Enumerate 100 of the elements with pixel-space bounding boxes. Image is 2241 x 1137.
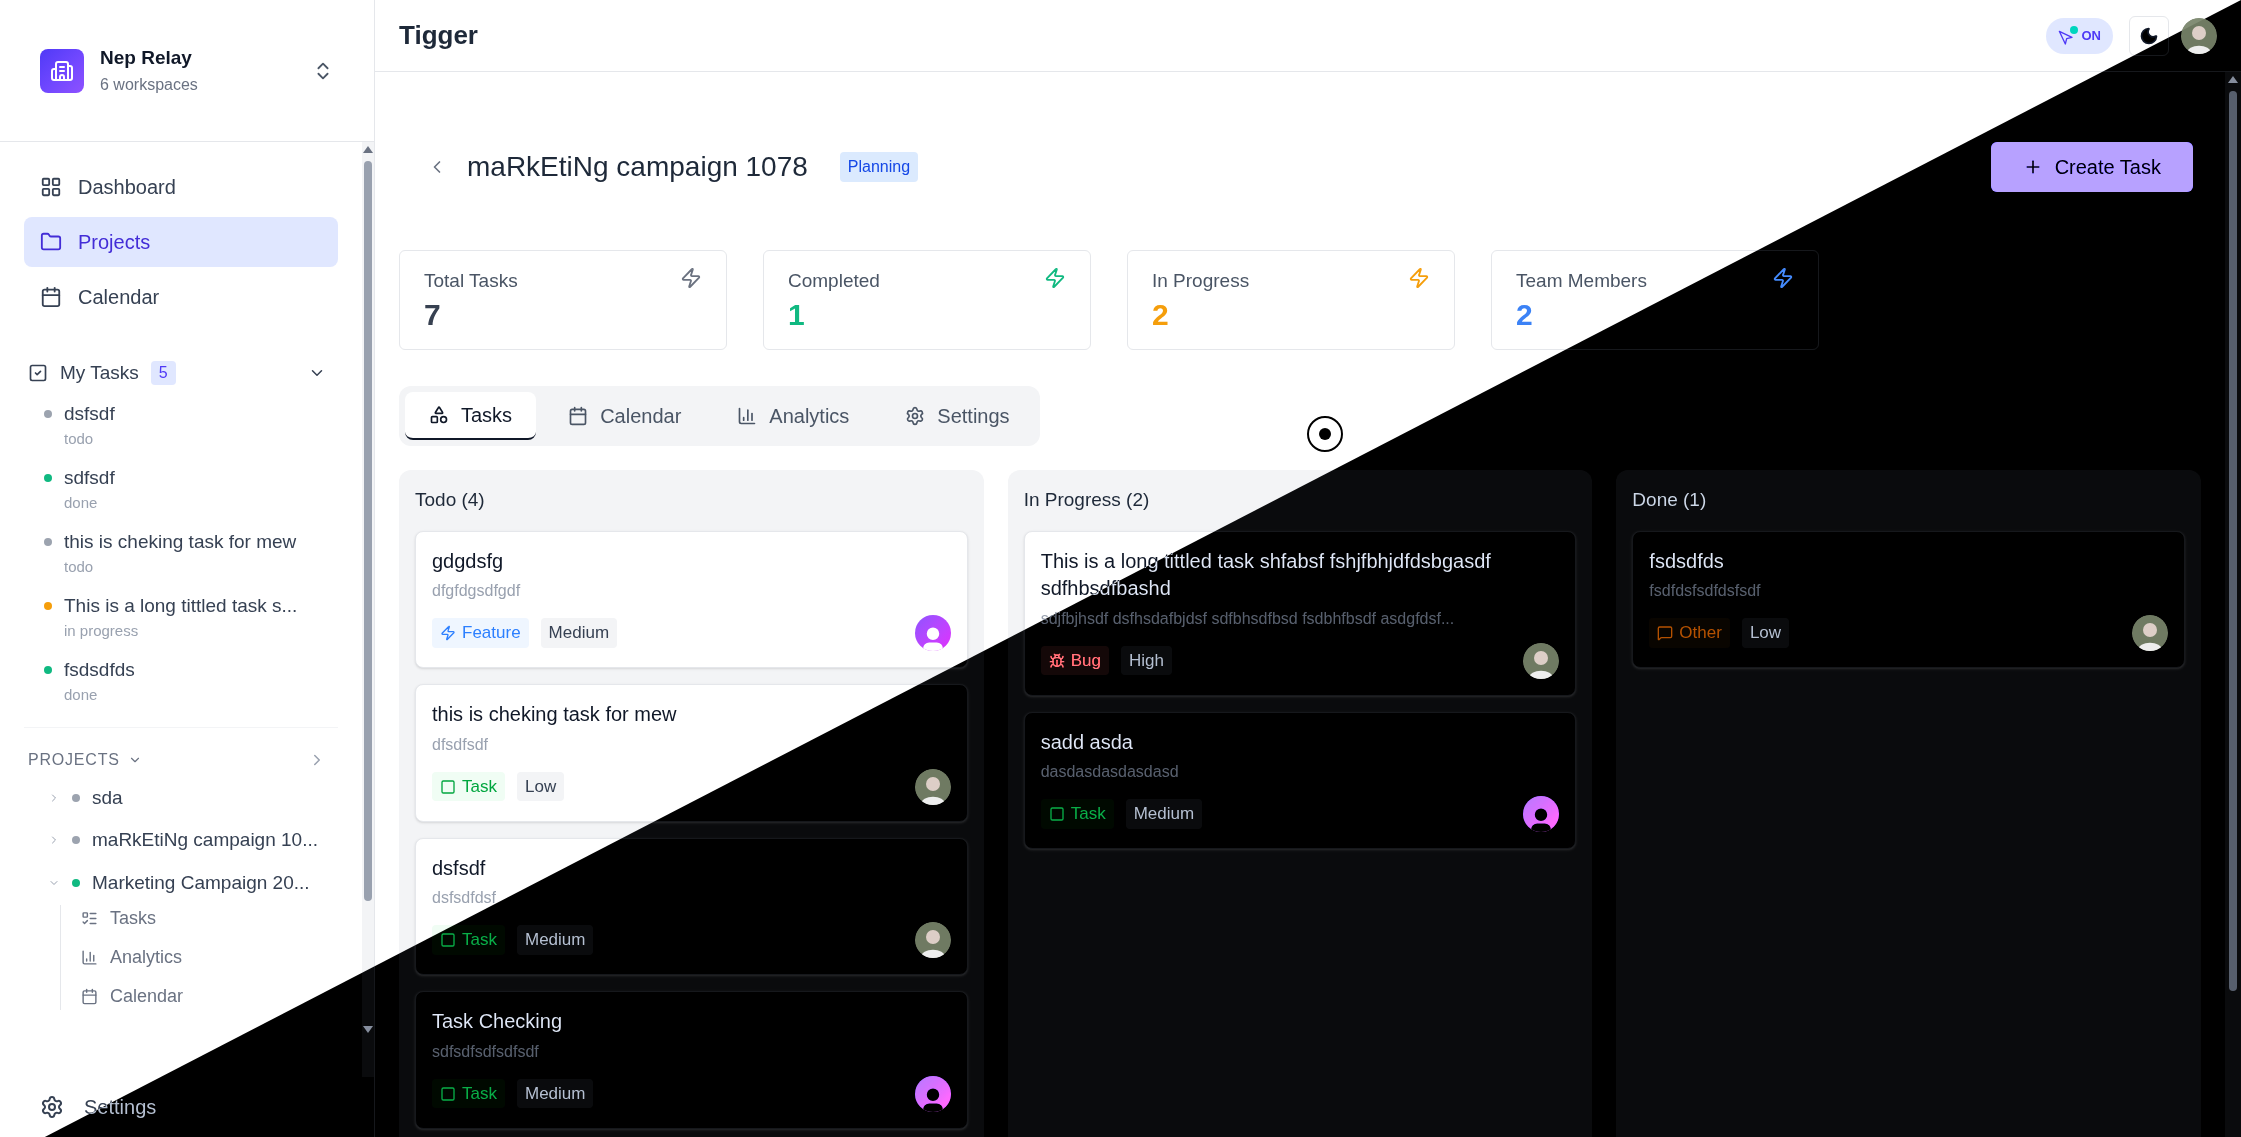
gear-icon xyxy=(905,406,926,426)
scrollbar[interactable] xyxy=(362,142,374,1077)
tab[interactable]: Calendar xyxy=(544,392,706,440)
checkbox-icon xyxy=(28,363,48,384)
task-card[interactable]: fsdsdfds fsdfdsfsdfdsfsdf Other Low xyxy=(1632,530,2185,668)
stat-value: 7 xyxy=(424,296,442,333)
column-title: Done (1) xyxy=(1632,488,1708,512)
column-title: Todo (4) xyxy=(415,488,486,512)
priority-tag: Medium xyxy=(516,1078,594,1109)
card-description: sdfsdfsdfsdfsdf xyxy=(432,1041,540,1062)
task-link[interactable]: this is cheking task for mew xyxy=(64,527,297,556)
task-status: todo xyxy=(63,557,95,577)
task-link[interactable]: fsdsdfds xyxy=(64,655,135,684)
moon-icon xyxy=(2139,25,2159,46)
gear-icon xyxy=(40,1095,64,1119)
type-tag: Task xyxy=(432,925,505,955)
type-tag: Other xyxy=(1649,618,1730,648)
speech-bubble-icon xyxy=(1657,625,1674,641)
tab[interactable]: Analytics xyxy=(713,392,874,440)
shapes-icon xyxy=(429,405,449,425)
card-title: Task Checking xyxy=(432,1009,564,1034)
create-task-button[interactable]: Create Task xyxy=(1990,142,2193,192)
task-status: in progress xyxy=(63,621,140,641)
workspace-logo-icon xyxy=(40,48,84,93)
calendar-icon xyxy=(568,406,589,426)
type-tag: Task xyxy=(1040,799,1114,829)
type-tag: Feature xyxy=(432,618,529,648)
calendar-icon xyxy=(81,988,98,1005)
task-status: todo xyxy=(63,429,95,449)
type-tag: Bug xyxy=(1040,645,1109,676)
card-title: gdgdsfg xyxy=(432,548,505,574)
user-avatar-icon xyxy=(914,615,951,651)
nav-item[interactable]: Dashboard xyxy=(24,162,338,212)
pointer-icon xyxy=(2057,25,2078,46)
lightning-icon xyxy=(1408,267,1430,289)
task-link[interactable]: dsfsdf xyxy=(64,399,115,428)
project-link[interactable]: maRkEtiNg campaign 10... xyxy=(92,826,318,855)
priority-tag: Medium xyxy=(1125,799,1203,829)
bar-chart-icon xyxy=(737,406,758,426)
project-subitem[interactable]: Calendar xyxy=(81,983,338,1010)
priority-tag: High xyxy=(1120,645,1172,676)
workspace-count: 6 workspaces xyxy=(100,74,199,95)
task-card[interactable]: sadd asda dasdasdasdasdasd Task Medium xyxy=(1023,711,1577,849)
nav-item[interactable]: Calendar xyxy=(24,272,338,322)
task-status: done xyxy=(63,493,99,513)
card-description: dfsdfsdf xyxy=(432,734,490,755)
my-tasks-heading: My Tasks xyxy=(60,361,139,385)
task-status: done xyxy=(63,685,99,705)
task-card[interactable]: dsfsdf dsfsdfdsf Task Medium xyxy=(415,837,968,975)
project-subitem[interactable]: Analytics xyxy=(81,944,338,971)
priority-tag: Medium xyxy=(516,925,594,955)
type-tag: Task xyxy=(432,771,505,802)
stat-value: 1 xyxy=(788,296,806,333)
task-count-badge: 5 xyxy=(150,361,176,386)
user-avatar-icon xyxy=(1523,796,1560,832)
lightning-icon xyxy=(680,267,702,289)
tab[interactable]: Tasks xyxy=(405,392,537,440)
status-badge: Planning xyxy=(839,152,919,182)
theme-button[interactable] xyxy=(2129,15,2169,56)
square-icon xyxy=(440,932,456,948)
stat-label: Completed xyxy=(788,269,880,293)
card-title: sadd asda xyxy=(1040,729,1134,755)
project-title: maRkEtiNg campaign 1078 xyxy=(467,150,808,184)
card-description: dasdasdasdasdasd xyxy=(1040,762,1180,782)
task-link[interactable]: sdfsdf xyxy=(64,463,115,492)
task-card[interactable]: gdgdsfg dfgfdgsdfgdf Feature Medium xyxy=(415,530,968,668)
cursor-icon xyxy=(1307,416,1343,452)
grid-icon xyxy=(40,176,62,198)
card-title: dsfsdf xyxy=(432,855,487,881)
workspace-name: Nep Relay xyxy=(100,46,193,71)
card-description: fsdfdsfsdfdsfsdf xyxy=(1649,581,1762,601)
project-link[interactable]: Marketing Campaign 20... xyxy=(92,868,310,897)
task-card[interactable]: this is cheking task for mew dfsdfsdf Task Low xyxy=(415,684,968,822)
bug-icon xyxy=(1048,652,1065,669)
square-icon xyxy=(440,778,456,795)
tab[interactable]: Settings xyxy=(881,392,1034,440)
lightning-icon xyxy=(1772,267,1794,289)
task-link[interactable]: This is a long tittled task s... xyxy=(64,591,298,620)
stat-label: In Progress xyxy=(1152,269,1250,293)
bar-chart-icon xyxy=(81,949,98,966)
project-subitem[interactable]: Tasks xyxy=(81,905,338,932)
folder-icon xyxy=(40,231,62,253)
projects-heading: PROJECTS xyxy=(28,749,120,770)
stat-value: 2 xyxy=(1516,296,1534,333)
app-title: Tigger xyxy=(399,19,478,52)
lightning-icon xyxy=(440,625,456,641)
calendar-icon xyxy=(40,286,62,308)
task-card[interactable]: Task Checking sdfsdfsdfsdfsdf Task Medium xyxy=(415,991,968,1129)
lightning-icon xyxy=(1044,267,1066,289)
scrollbar[interactable] xyxy=(2225,72,2241,1137)
card-title: this is cheking task for mew xyxy=(432,702,678,727)
project-link[interactable]: sda xyxy=(92,783,123,812)
mode-toggle[interactable]: ON xyxy=(2045,17,2113,54)
square-icon xyxy=(440,1085,456,1102)
stat-label: Team Members xyxy=(1516,269,1647,293)
column-title: In Progress (2) xyxy=(1023,488,1151,512)
card-description: sdjfbjhsdf dsfhsdafbjdsf sdfbhsdfbsd fsdbhfbsdf asdgfdsf... xyxy=(1040,608,1456,629)
checklist-icon xyxy=(81,910,98,927)
priority-tag: Medium xyxy=(540,618,618,648)
nav-item[interactable]: Projects xyxy=(24,217,338,267)
